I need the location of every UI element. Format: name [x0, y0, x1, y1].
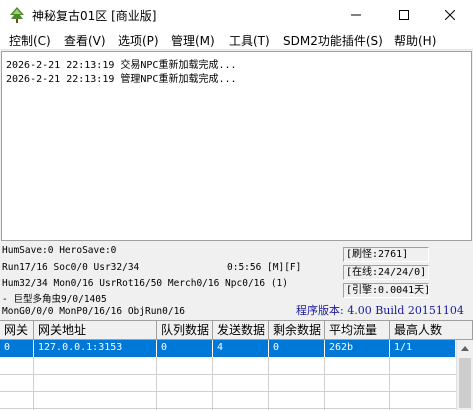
cell-address: 127.0.0.1:3153 [34, 340, 157, 357]
grid-line [0, 374, 456, 375]
cell-gateway: 0 [0, 340, 34, 357]
menu-manage[interactable]: 管理(M) [171, 32, 215, 49]
scroll-thumb[interactable] [459, 358, 471, 408]
grid-line [212, 357, 213, 410]
cell-queue: 0 [157, 340, 213, 357]
minimize-button[interactable] [333, 0, 379, 30]
maximize-icon [399, 10, 409, 20]
window-title: 神秘复古01区 [商业版] [32, 9, 157, 23]
grid-scrollbar[interactable] [456, 340, 473, 410]
gateway-grid[interactable]: 网关 网关地址 队列数据 发送数据 剩余数据 平均流量 最高人数 0 127.0… [0, 320, 473, 410]
menu-sdm2-plugins[interactable]: SDM2功能插件(S) [283, 32, 383, 49]
status-save: HumSave:0 HeroSave:0 [2, 245, 117, 256]
cell-avg-traffic: 262b [325, 340, 390, 357]
grid-line [0, 408, 456, 409]
grid-line [0, 391, 456, 392]
menu-tools[interactable]: 工具(T) [229, 32, 270, 49]
title-bar[interactable]: 神秘复古01区 [商业版] [0, 0, 473, 30]
engine-days-box: [引擎:0.0041天] [343, 283, 430, 298]
col-header-sent[interactable]: 发送数据 [213, 321, 269, 340]
menu-control[interactable]: 控制(C) [9, 32, 51, 49]
col-header-max-users[interactable]: 最高人数 [390, 321, 473, 340]
cell-max-users: 1/1 [390, 340, 456, 357]
menu-view[interactable]: 查看(V) [64, 32, 106, 49]
grid-line [33, 357, 34, 410]
app-tree-icon [10, 7, 24, 23]
online-count-box: [在线:24/24/0] [343, 265, 429, 280]
status-run: Run17/16 Soc0/0 Usr32/34 [2, 262, 140, 273]
col-header-queue[interactable]: 队列数据 [157, 321, 213, 340]
minimize-icon [351, 14, 361, 16]
grid-line [324, 357, 325, 410]
status-uptime: 0:5:56 [M][F] [227, 262, 302, 273]
program-version: 程序版本: 4.00 Build 20151104 [296, 304, 464, 317]
log-area[interactable]: 2026-2-21 22:13:19 交易NPC重新加载完成... 2026-2… [1, 51, 472, 241]
grid-line [389, 357, 390, 410]
menu-bar: 控制(C) 查看(V) 选项(P) 管理(M) 工具(T) SDM2功能插件(S… [0, 30, 473, 50]
chevron-up-icon [461, 346, 469, 351]
close-button[interactable] [427, 0, 473, 30]
close-icon [445, 10, 455, 20]
log-line: 2026-2-21 22:13:19 交易NPC重新加载完成... [6, 60, 237, 71]
grid-line [156, 357, 157, 410]
cell-remaining: 0 [269, 340, 325, 357]
table-row[interactable]: 0 127.0.0.1:3153 0 4 0 262b 1/1 [0, 340, 456, 357]
log-line: 2026-2-21 22:13:19 管理NPC重新加载完成... [6, 74, 237, 85]
grid-line [268, 357, 269, 410]
maximize-button[interactable] [381, 0, 427, 30]
col-header-avg-traffic[interactable]: 平均流量 [325, 321, 390, 340]
refresh-count-box: [刷怪:2761] [343, 247, 429, 262]
menu-options[interactable]: 选项(P) [118, 32, 159, 49]
status-hum: Hum32/34 Mon0/16 UsrRot16/50 Merch0/16 N… [2, 278, 288, 289]
status-monster: - 巨型多角虫9/0/1405 [2, 294, 107, 305]
menu-help[interactable]: 帮助(H) [394, 32, 436, 49]
col-header-gateway[interactable]: 网关 [0, 321, 34, 340]
col-header-address[interactable]: 网关地址 [34, 321, 157, 340]
scroll-up-button[interactable] [457, 340, 473, 357]
col-header-remaining[interactable]: 剩余数据 [269, 321, 325, 340]
status-mong: MonG0/0/0 MonP0/16/16 ObjRun0/16 [2, 306, 186, 317]
cell-sent: 4 [213, 340, 269, 357]
